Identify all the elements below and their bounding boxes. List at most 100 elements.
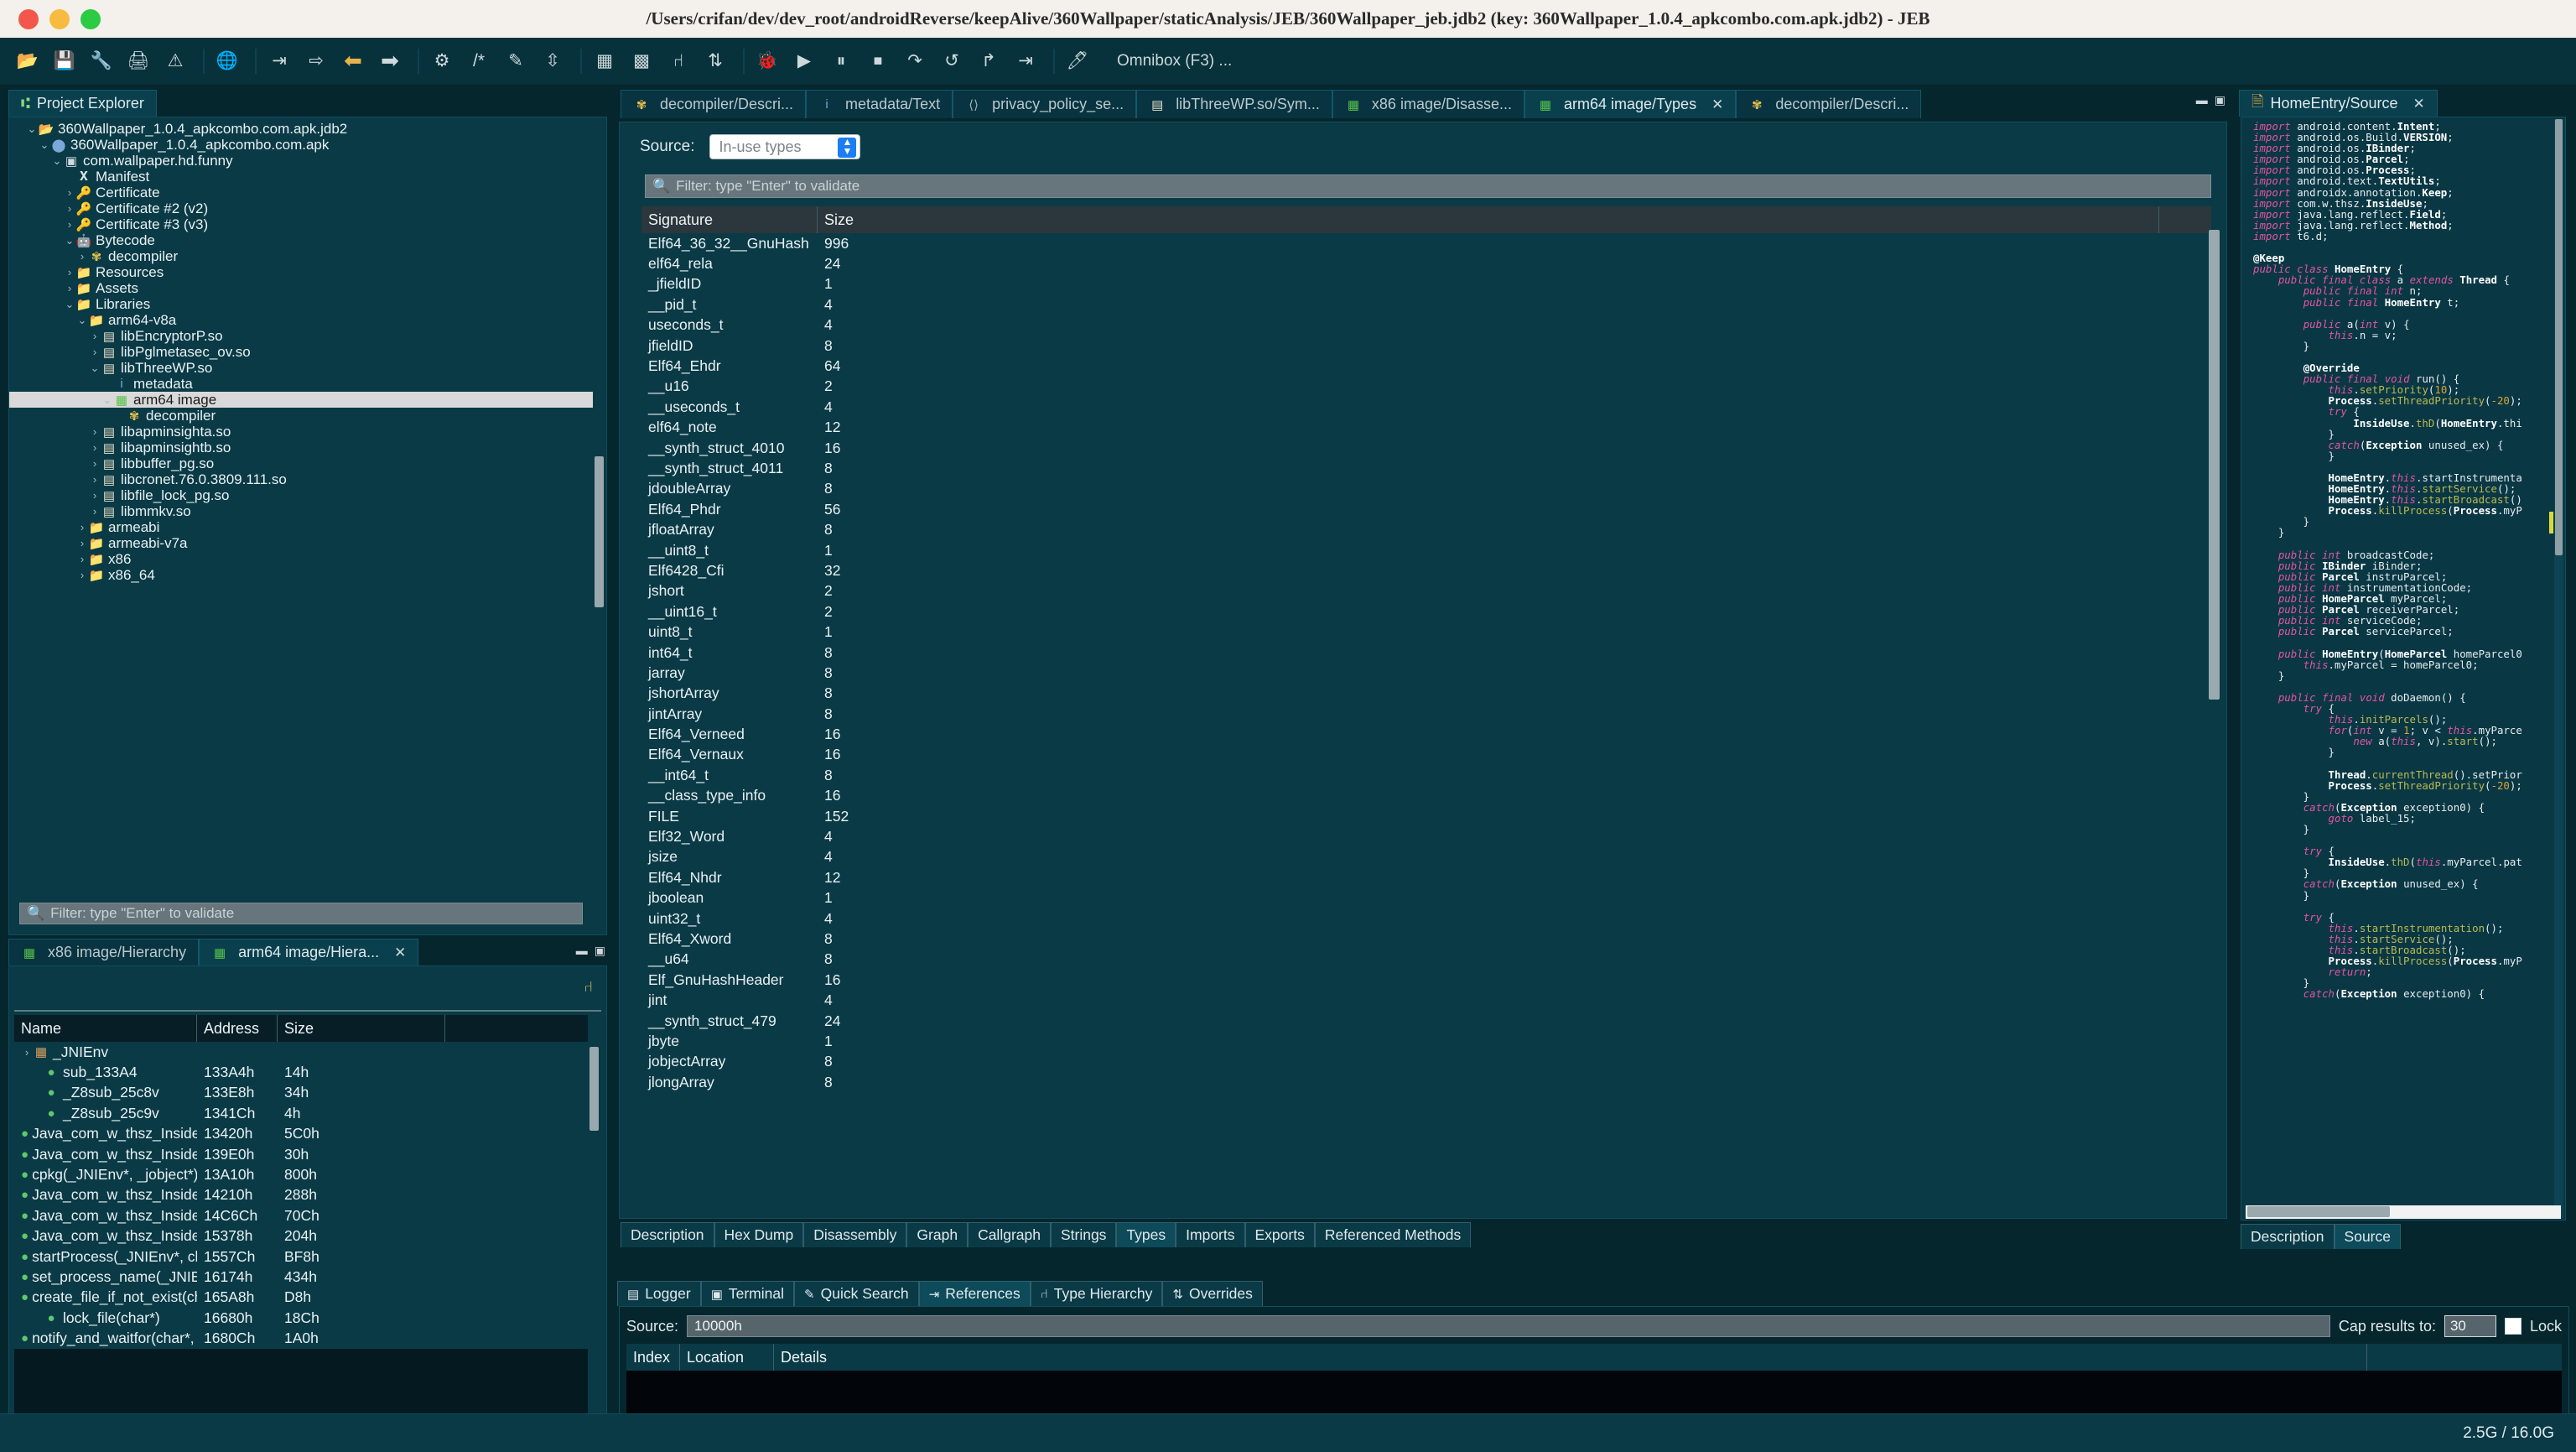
tree-twisty[interactable]: › [64,282,75,294]
tree-item-libfile-lock-pg-so[interactable]: › ▤ libfile_lock_pg.so [9,487,593,503]
table-row[interactable]: jintArray 8 [641,704,2211,724]
panel-tab-logger[interactable]: ▤ Logger [617,1281,701,1306]
table-row[interactable]: Elf32_Word 4 [641,826,2211,846]
tree-twisty[interactable]: › [89,441,101,454]
tree-twisty[interactable]: › [64,218,75,231]
table-row[interactable]: jsize 4 [641,847,2211,867]
panel-tab-terminal[interactable]: ▣ Terminal [700,1281,795,1306]
run-icon[interactable]: ▶ [788,45,820,77]
table-row[interactable]: useconds_t 4 [641,315,2211,336]
tree-item-certificate-3-v3[interactable]: › 🔑 Certificate #3 (v3) [9,216,593,232]
tree-twisty[interactable]: ⌄ [26,122,38,136]
step-over-icon[interactable]: ↷ [899,45,931,77]
tab-x86-image-hierarchy[interactable]: ▦ x86 image/Hierarchy [8,939,200,965]
tree-twisty[interactable]: › [89,489,101,502]
table-row[interactable]: ● sub_133A4 133A4h 14h [14,1062,588,1082]
tree-item-decompiler[interactable]: › ✾ decompiler [9,248,593,264]
editor-tab-decompiler-descri[interactable]: ✾ decompiler/Descri... [621,90,807,118]
open-folder-icon[interactable]: 📂 [12,45,44,77]
tree-item-certificate[interactable]: › 🔑 Certificate [9,185,593,200]
wrench-icon[interactable]: 🔧 [86,45,117,77]
tree-twisty[interactable]: › [76,521,88,533]
column-header-index[interactable]: Index [626,1344,680,1371]
export-icon[interactable]: ⇳ [537,45,569,77]
tree-item-armeabi[interactable]: › 📁 armeabi [9,519,593,535]
table-row[interactable]: __synth_struct_4011 8 [641,458,2211,478]
tree-item-bytecode[interactable]: ⌄ 🤖 Bytecode [9,232,593,248]
tree-twisty[interactable]: › [76,569,88,581]
editor-tab-privacy-policy-se[interactable]: ⟨⟩ privacy_policy_se... [953,90,1137,118]
table-row[interactable]: jshortArray 8 [641,684,2211,704]
bottom-tab-hex-dump[interactable]: Hex Dump [714,1222,804,1247]
tree-item-com-wallpaper-hd-funny[interactable]: ⌄ ▣ com.wallpaper.hd.funny [9,153,593,169]
tree-item-certificate-2-v2[interactable]: › 🔑 Certificate #2 (v2) [9,200,593,216]
editor-tab-arm64-image-types[interactable]: ▦ arm64 image/Types ✕ [1524,90,1737,118]
print-icon[interactable]: 🖨 [122,45,154,77]
column-header-size[interactable]: Size [818,206,2159,233]
hierarchy-icon[interactable]: ⑁ [662,45,694,77]
editor-tab-x86-image-disasse[interactable]: ▦ x86 image/Disasse... [1332,90,1524,118]
table-row[interactable]: jint 4 [641,990,2211,1010]
table-row[interactable]: ●set_process_name(_JNIEnv*, _jstring*) 16… [14,1267,588,1287]
table-row[interactable]: jobjectArray 8 [641,1052,2211,1072]
tree-twisty[interactable]: › [89,425,101,438]
goto-icon[interactable]: ⇥ [1010,45,1041,77]
tree-twisty[interactable]: › [64,266,75,278]
tree-twisty[interactable]: › [76,537,88,549]
pencil-icon[interactable]: ✎ [500,45,532,77]
tree-item-assets[interactable]: › 📁 Assets [9,280,593,296]
project-filter-input[interactable]: 🔍 Filter: type "Enter" to validate [19,903,583,924]
table-row[interactable]: uint32_t 4 [641,908,2211,929]
tree-twisty[interactable]: ⌄ [101,393,113,407]
column-header-location[interactable]: Location [680,1344,774,1371]
table-row[interactable]: ●Java_com_w_thsz_InsideUse_thA 139E0h 30h [14,1144,588,1164]
source-scrollbar-vertical[interactable] [2554,119,2563,1218]
tree-twisty[interactable]: › [64,186,75,199]
table-row[interactable]: Elf64_Vernaux 16 [641,745,2211,765]
tree-item-libmmkv-so[interactable]: › ▤ libmmkv.so [9,503,593,519]
table-row[interactable]: ●Java_com_w_thsz_InsideUse_thB 13420h 5C0h [14,1124,588,1144]
tree-twisty[interactable]: ⌄ [64,298,75,311]
table-row[interactable]: __u16 2 [641,377,2211,397]
bottom-tab-referenced-methods[interactable]: Referenced Methods [1314,1222,1472,1247]
table-row[interactable]: __pid_t 4 [641,294,2211,315]
project-tree[interactable]: ⌄ 📂 360Wallpaper_1.0.4_apkcombo.com.apk.jd… [8,117,607,935]
table-row[interactable]: jboolean 1 [641,888,2211,908]
table-row[interactable]: › ▦ _JNIEnv [14,1042,588,1062]
tree-twisty[interactable]: › [89,346,101,358]
cap-results-input[interactable]: 30 [2444,1315,2496,1337]
tab-arm64-image-hiera[interactable]: ▦ arm64 image/Hiera... ✕ [199,939,419,965]
editor-filter-input[interactable]: 🔍 Filter: type "Enter" to validate [645,174,2211,198]
step-return-icon[interactable]: ↺ [936,45,968,77]
tree-twisty[interactable]: ⌄ [76,314,88,327]
source-type-select[interactable]: In-use types ▲ ▼ [709,134,861,159]
source-code-view[interactable]: import android.content.Intent; import an… [2241,117,2566,1220]
tree-twisty[interactable]: › [89,330,101,342]
tree-item-arm64-image[interactable]: ⌄ ▦ arm64 image [9,392,593,408]
minimize-panel-icon[interactable]: ▬ [576,944,588,958]
tree-item-360wallpaper-1-0-4-apkcombo-com-apk[interactable]: ⌄ ⬤ 360Wallpaper_1.0.4_apkcombo.com.apk [9,137,593,153]
table-row[interactable]: ● _Z8sub_25c8v 133E8h 34h [14,1083,588,1103]
column-header-size[interactable]: Size [278,1015,445,1042]
highlight-pen-icon[interactable]: 🖊 [1062,45,1093,77]
table-row[interactable]: jdoubleArray 8 [641,479,2211,499]
warning-icon[interactable]: ⚠ [159,45,191,77]
minimize-editor-icon[interactable]: ▬ [2196,93,2208,107]
tree-item-armeabi-v7a[interactable]: › 📁 armeabi-v7a [9,535,593,551]
source-bottom-tab-description[interactable]: Description [2241,1224,2334,1249]
xrefs-icon[interactable]: ⇅ [699,45,731,77]
table-row[interactable]: Elf64_36_32__GnuHash 996 [641,233,2211,253]
tree-item-libraries[interactable]: ⌄ 📁 Libraries [9,296,593,312]
table-row[interactable]: jfloatArray 8 [641,519,2211,539]
tree-twisty[interactable]: › [89,473,101,486]
tree-item-libthreewp-so[interactable]: ⌄ ▤ libThreeWP.so [9,360,593,376]
table-row[interactable]: ●create_file_if_not_exist(char*) 165A8h D8… [14,1288,588,1308]
pause-icon[interactable]: ⏸ [825,45,857,77]
table-row[interactable]: Elf6428_Cfi 32 [641,560,2211,580]
tree-twisty[interactable]: › [64,202,75,215]
close-icon[interactable]: ✕ [2413,96,2425,112]
tree-item-x86[interactable]: › 📁 x86 [9,551,593,567]
table-row[interactable]: Elf64_Xword 8 [641,929,2211,949]
bottom-tab-callgraph[interactable]: Callgraph [968,1222,1051,1247]
tree-item-libpglmetasec-ov-so[interactable]: › ▤ libPglmetasec_ov.so [9,344,593,360]
